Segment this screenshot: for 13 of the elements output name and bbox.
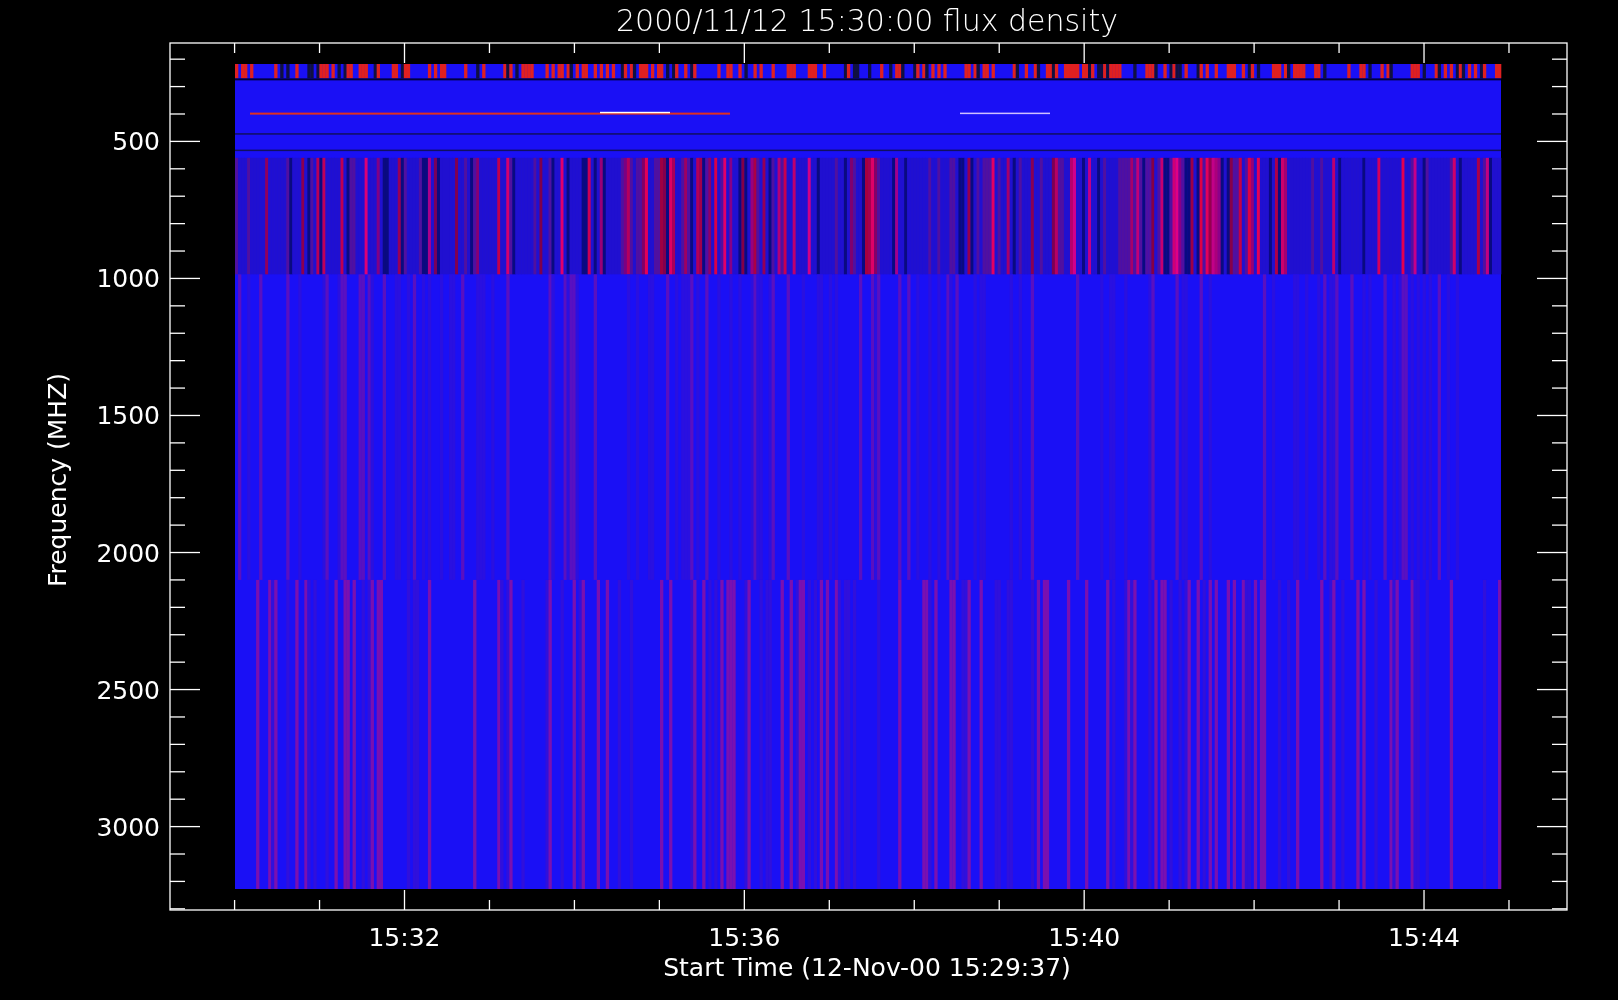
- chart-title: 2000/11/12 15:30:00 flux density: [616, 3, 1118, 38]
- x-tick-label: 15:32: [368, 923, 441, 952]
- x-tick-label: 15:36: [708, 923, 781, 952]
- y-tick-label: 2500: [96, 675, 160, 705]
- y-tick-label: 500: [112, 127, 160, 157]
- y-axis-label: Frequency (MHZ): [43, 372, 72, 588]
- y-tick-label: 3000: [96, 812, 160, 842]
- x-tick-label: 15:40: [1048, 923, 1121, 952]
- y-tick-label: 1500: [96, 401, 160, 431]
- y-tick-label: 2000: [96, 538, 160, 568]
- x-axis-label: Start Time (12-Nov-00 15:29:37): [663, 953, 1071, 982]
- y-tick-label: 1000: [96, 264, 160, 294]
- x-tick-label: 15:44: [1388, 923, 1461, 952]
